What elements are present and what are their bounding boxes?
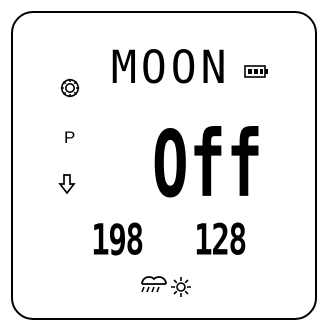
down-arrow-icon	[58, 174, 76, 195]
gear-icon	[60, 78, 80, 98]
sun-icon	[171, 277, 191, 297]
readout-right: 128	[194, 215, 247, 266]
rain-cloud-icon	[141, 276, 167, 293]
main-label: MOON	[111, 41, 231, 95]
lcd-screen: MOON P Off 198 128	[0, 0, 329, 330]
readout-left: 198	[91, 215, 144, 266]
mode-label: P	[64, 128, 76, 147]
battery-icon	[244, 65, 268, 78]
status-readout: Off	[152, 111, 264, 218]
